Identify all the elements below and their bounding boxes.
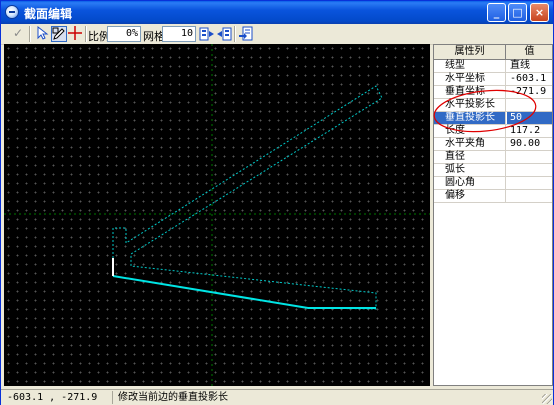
status-message: 修改当前边的垂直投影长 <box>118 392 228 403</box>
header-name: 属性列 <box>434 45 506 59</box>
close-button[interactable]: × <box>530 3 549 22</box>
header-value: 值 <box>524 46 535 57</box>
arrow-pointer-icon[interactable] <box>34 25 50 42</box>
app-icon <box>5 5 19 19</box>
minimize-button[interactable]: _ <box>487 3 506 22</box>
title-bar[interactable]: 截面编辑 _ □ × <box>1 1 553 24</box>
property-value[interactable] <box>507 164 552 176</box>
property-row[interactable]: 线型 直线 <box>434 60 552 73</box>
property-row[interactable]: 水平坐标 -603.1 <box>434 73 552 86</box>
toolbar-separator <box>234 26 236 42</box>
property-value[interactable]: 直线 <box>507 60 552 72</box>
property-value[interactable]: -603.1 <box>507 73 552 85</box>
property-value[interactable] <box>507 190 552 202</box>
status-divider <box>112 391 113 404</box>
active-edge-bottom[interactable] <box>112 275 309 309</box>
window-title: 截面编辑 <box>24 7 73 21</box>
property-value[interactable] <box>507 151 552 163</box>
toolbar-separator <box>29 26 31 42</box>
annotation-circle <box>433 89 537 133</box>
property-row[interactable]: 水平夹角 90.00 <box>434 138 552 151</box>
status-bar: -603.1 , -271.9 修改当前边的垂直投影长 <box>1 389 553 405</box>
section-editor-window: 截面编辑 _ □ × ✓ 比例 0% 网格 10 属性列 值 线型 直线 水平坐… <box>0 0 554 405</box>
maximize-button[interactable]: □ <box>508 3 527 22</box>
cursor-coordinates: -603.1 , -271.9 <box>7 392 98 403</box>
grid-input[interactable]: 10 <box>162 26 196 42</box>
property-name: 直径 <box>434 151 506 163</box>
toolbar-separator <box>85 26 87 42</box>
property-name: 线型 <box>434 60 506 72</box>
property-row[interactable]: 直径 <box>434 151 552 164</box>
section-mirror-icon[interactable] <box>216 26 232 42</box>
property-row[interactable]: 偏移 <box>434 190 552 203</box>
property-row[interactable]: 圆心角 <box>434 177 552 190</box>
property-name: 水平夹角 <box>434 138 506 150</box>
section-copy-icon[interactable] <box>199 26 215 42</box>
property-name: 偏移 <box>434 190 506 202</box>
crosshair-icon[interactable] <box>67 26 83 42</box>
pen-edit-icon[interactable] <box>51 26 67 42</box>
drawing-canvas[interactable] <box>4 44 430 386</box>
property-name: 弧长 <box>434 164 506 176</box>
toolbar: ✓ 比例 0% 网格 10 <box>1 24 553 45</box>
property-grid-header: 属性列 值 <box>434 45 552 60</box>
export-icon[interactable] <box>238 26 254 42</box>
property-value[interactable] <box>507 177 552 189</box>
scale-input[interactable]: 0% <box>107 26 141 42</box>
section-outline[interactable] <box>112 85 383 310</box>
checkmark-icon[interactable]: ✓ <box>10 26 26 42</box>
property-row[interactable]: 弧长 <box>434 164 552 177</box>
property-value[interactable]: 90.00 <box>507 138 552 150</box>
property-name: 水平坐标 <box>434 73 506 85</box>
resize-grip[interactable] <box>542 394 552 404</box>
property-name: 圆心角 <box>434 177 506 189</box>
